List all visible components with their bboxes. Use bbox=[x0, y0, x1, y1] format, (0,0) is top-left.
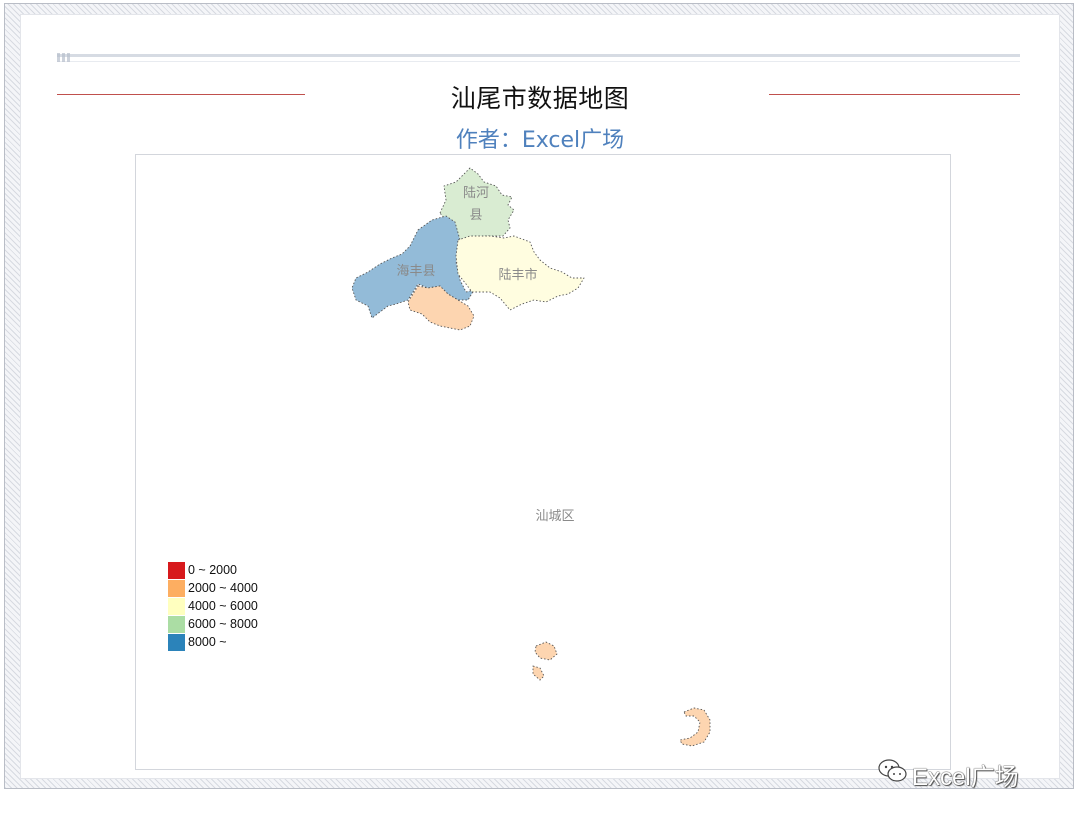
region-label-lufeng: 陆丰市 bbox=[498, 267, 537, 283]
legend-label: 6000 ~ 8000 bbox=[188, 617, 258, 631]
legend-swatch bbox=[168, 597, 185, 615]
legend-label: 8000 ~ bbox=[188, 635, 227, 649]
legend-item: 2000 ~ 4000 bbox=[168, 579, 258, 597]
legend-swatch bbox=[168, 615, 185, 633]
watermark-text: Excel广场 bbox=[912, 764, 1019, 791]
legend-label: 2000 ~ 4000 bbox=[188, 581, 258, 595]
region-label-haifeng: 海丰县 bbox=[396, 264, 435, 279]
region-label-luhe-line2: 县 bbox=[469, 208, 482, 223]
legend-swatch bbox=[168, 579, 185, 597]
legend-swatch bbox=[168, 561, 185, 579]
wechat-icon bbox=[878, 758, 908, 791]
region-island-2[interactable] bbox=[532, 665, 545, 681]
watermark: Excel广场 bbox=[878, 757, 1019, 792]
region-label-luhe-line1: 陆河 bbox=[463, 185, 489, 201]
region-island-1[interactable] bbox=[534, 641, 558, 661]
legend-label: 0 ~ 2000 bbox=[188, 563, 238, 577]
legend-item: 8000 ~ bbox=[168, 633, 258, 651]
legend-label: 4000 ~ 6000 bbox=[188, 599, 258, 613]
map-canvas: 陆河 县 海丰县 陆丰市 汕城区 bbox=[351, 167, 711, 747]
legend-item: 0 ~ 2000 bbox=[168, 561, 258, 579]
region-island-3[interactable] bbox=[679, 707, 711, 747]
legend-item: 6000 ~ 8000 bbox=[168, 615, 258, 633]
legend-item: 4000 ~ 6000 bbox=[168, 597, 258, 615]
map-legend: 0 ~ 2000 2000 ~ 4000 4000 ~ 6000 6000 ~ … bbox=[168, 561, 258, 651]
region-label-shancheng: 汕城区 bbox=[535, 509, 574, 524]
legend-swatch bbox=[168, 633, 185, 651]
